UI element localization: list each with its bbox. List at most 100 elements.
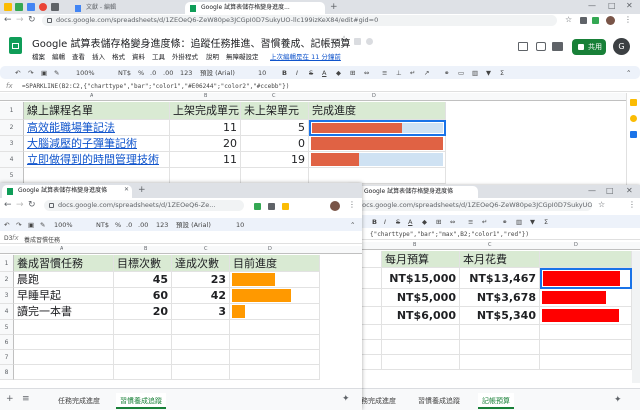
url-field[interactable]: docs.google.com/spreadsheets/d/1ZEOeQ6-Z…: [352, 200, 592, 211]
new-tab-icon[interactable]: +: [330, 2, 338, 12]
print-icon[interactable]: ▣: [41, 69, 47, 77]
functions-icon[interactable]: Σ: [544, 218, 548, 226]
rotate-icon[interactable]: ↗: [424, 69, 429, 77]
achieved-cell[interactable]: 3: [172, 304, 230, 320]
row-number[interactable]: 1: [0, 102, 24, 120]
reload-icon[interactable]: ↻: [28, 15, 36, 25]
keep-icon[interactable]: [630, 115, 637, 122]
number-format-button[interactable]: 123: [156, 221, 168, 229]
increase-decimal-button[interactable]: .00: [138, 221, 148, 229]
sheet-tab[interactable]: 任務完成進度: [54, 393, 104, 409]
habit-progress-cell[interactable]: [230, 272, 320, 288]
extension-icon[interactable]: [268, 203, 275, 210]
empty-cell[interactable]: [230, 365, 320, 380]
left-cell[interactable]: 0: [241, 136, 309, 152]
zoom-select[interactable]: 100%: [76, 69, 95, 77]
empty-cell[interactable]: [14, 335, 114, 350]
minimize-icon[interactable]: —: [588, 186, 596, 195]
align-icon[interactable]: ≡: [382, 69, 387, 77]
task-cell[interactable]: 晨跑: [14, 272, 114, 288]
paint-format-icon[interactable]: ✎: [40, 221, 45, 229]
calendar-icon[interactable]: [630, 99, 637, 106]
course-name-cell[interactable]: 立即做得到的時間管理技術: [24, 152, 170, 168]
bold-button[interactable]: B: [282, 69, 287, 77]
col-header-b[interactable]: B: [144, 246, 147, 252]
filter-icon[interactable]: ▼: [530, 218, 535, 226]
menu-addons[interactable]: 外掛程式: [172, 51, 198, 61]
url-bar[interactable]: docs.google.com/spreadsheets/d/1ZEOeQ6-Z…: [348, 199, 640, 213]
collapse-icon[interactable]: ⌃: [626, 69, 631, 77]
done-cell[interactable]: 11: [170, 120, 241, 136]
tasks-icon[interactable]: [630, 131, 637, 138]
menu-kebab-icon[interactable]: ⋮: [624, 15, 632, 24]
col-header-a[interactable]: A: [90, 93, 93, 99]
menu-tools[interactable]: 工具: [152, 51, 165, 61]
all-sheets-icon[interactable]: ≡: [22, 394, 30, 404]
new-tab-icon[interactable]: +: [138, 185, 146, 195]
empty-cell[interactable]: [230, 320, 320, 335]
header-cell[interactable]: 未上架單元: [241, 102, 309, 120]
maximize-icon[interactable]: □: [608, 1, 616, 10]
forward-icon[interactable]: →: [16, 200, 24, 210]
empty-cell[interactable]: [14, 350, 114, 365]
explore-icon[interactable]: ✦: [342, 394, 350, 404]
avatar[interactable]: G: [613, 38, 630, 55]
fill-color-icon[interactable]: ◆: [422, 218, 427, 226]
extension-icon[interactable]: [592, 17, 599, 24]
header-cell[interactable]: 目標次數: [114, 255, 172, 272]
budget-cell[interactable]: NT$15,000: [382, 268, 460, 289]
italic-button[interactable]: I: [384, 218, 386, 226]
align-icon[interactable]: ≡: [468, 218, 473, 226]
menu-insert[interactable]: 插入: [92, 51, 105, 61]
redo-icon[interactable]: ↷: [16, 221, 21, 229]
borders-icon[interactable]: ⊞: [436, 218, 441, 226]
forward-icon[interactable]: →: [16, 15, 24, 25]
header-cell[interactable]: 達成次數: [172, 255, 230, 272]
menu-format[interactable]: 格式: [112, 51, 125, 61]
doc-title[interactable]: Google 試算表儲存格變身進度條：追蹤任務推進、習慣養成、記帳預算: [32, 35, 350, 50]
fill-color-icon[interactable]: ◆: [336, 69, 341, 77]
undo-icon[interactable]: ↶: [15, 69, 20, 77]
empty-cell[interactable]: [172, 365, 230, 380]
empty-cell[interactable]: [114, 365, 172, 380]
formula-input[interactable]: 養成習慣任務: [24, 235, 60, 244]
progress-cell[interactable]: [309, 136, 446, 152]
col-header-d[interactable]: D: [268, 246, 272, 252]
header-cell[interactable]: 上架完成單元: [170, 102, 241, 120]
comment-add-icon[interactable]: ▭: [458, 69, 464, 77]
menu-edit[interactable]: 編輯: [52, 51, 65, 61]
budget-bar-cell[interactable]: [540, 289, 632, 307]
empty-cell[interactable]: [241, 168, 309, 184]
header-cell[interactable]: 本月花費: [460, 251, 540, 268]
borders-icon[interactable]: ⊞: [350, 69, 355, 77]
col-header-c[interactable]: C: [204, 246, 208, 252]
link-icon[interactable]: ⚭: [502, 218, 507, 226]
task-cell[interactable]: 讀完一本書: [14, 304, 114, 320]
formula-input[interactable]: {"charttype","bar";"max",B2;"color1","re…: [370, 231, 529, 238]
menu-data[interactable]: 資料: [132, 51, 145, 61]
merge-icon[interactable]: ⇔: [450, 218, 455, 226]
menu-view[interactable]: 查看: [72, 51, 85, 61]
increase-decimal-button[interactable]: .00: [163, 69, 173, 77]
browser-tab-active[interactable]: Google 試算表儲存格變身進度...: [185, 2, 325, 14]
empty-cell[interactable]: [170, 168, 241, 184]
row-number[interactable]: 7: [0, 350, 14, 365]
back-icon[interactable]: ←: [4, 15, 12, 25]
spent-cell[interactable]: NT$3,678: [460, 289, 540, 307]
empty-cell[interactable]: [172, 320, 230, 335]
empty-cell[interactable]: [309, 168, 446, 184]
row-number[interactable]: 2: [0, 272, 14, 288]
font-select[interactable]: 預設 (Arial): [200, 69, 235, 77]
empty-cell[interactable]: [114, 335, 172, 350]
paint-format-icon[interactable]: ✎: [54, 69, 59, 77]
col-header-c[interactable]: C: [272, 93, 276, 99]
empty-cell[interactable]: [14, 320, 114, 335]
done-cell[interactable]: 20: [170, 136, 241, 152]
activity-icon[interactable]: [518, 42, 528, 51]
star-icon[interactable]: ☆: [598, 200, 605, 209]
text-color-button[interactable]: A: [408, 218, 412, 226]
budget-cell[interactable]: NT$6,000: [382, 307, 460, 325]
col-header[interactable]: B: [413, 242, 416, 248]
currency-button[interactable]: NT$: [96, 221, 109, 229]
course-name-cell[interactable]: 高效能職場筆記法: [24, 120, 170, 136]
